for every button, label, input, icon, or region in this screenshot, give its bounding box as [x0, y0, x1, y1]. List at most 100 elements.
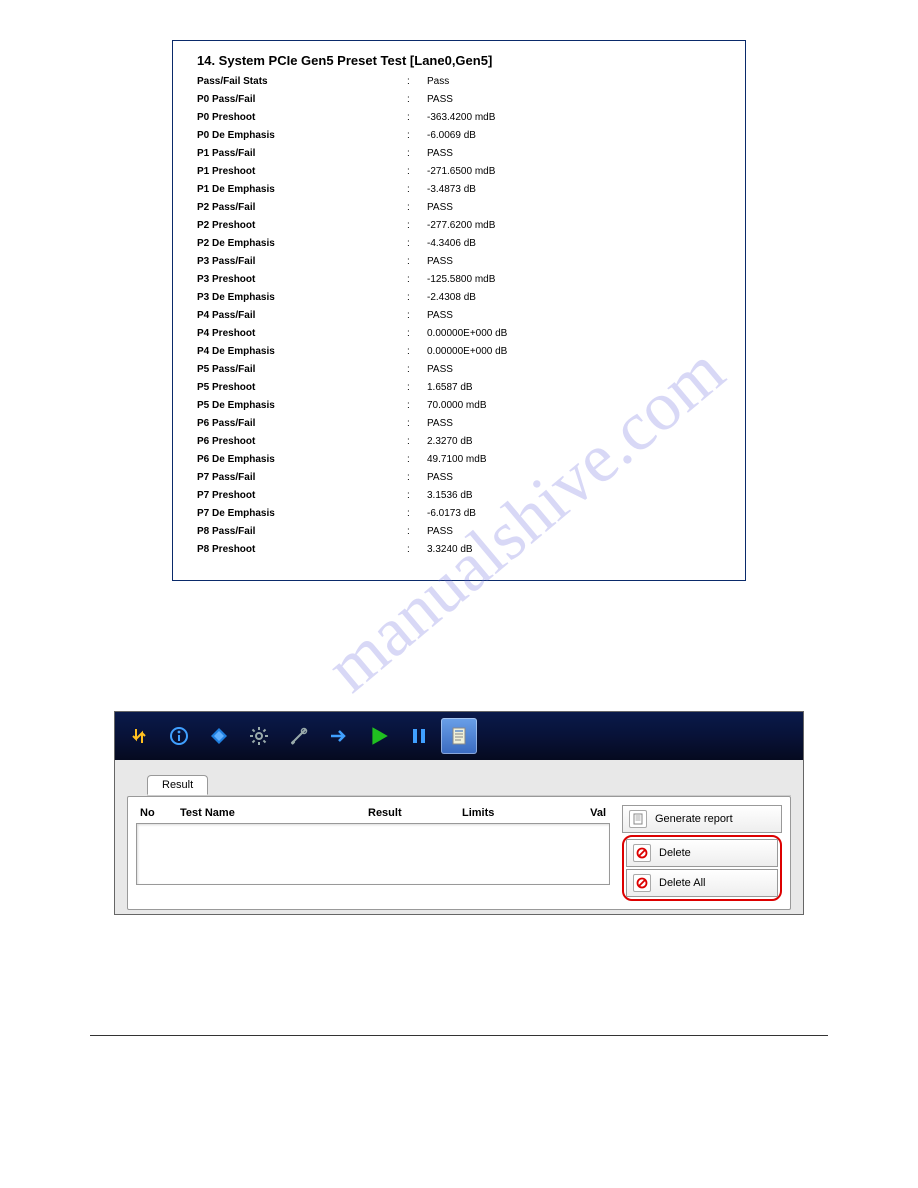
report-row: P7 De Emphasis:-6.0173 dB: [197, 508, 721, 519]
document-icon[interactable]: [441, 718, 477, 754]
report-row: P3 De Emphasis:-2.4308 dB: [197, 292, 721, 303]
tab-result[interactable]: Result: [147, 775, 208, 795]
report-row: P5 Pass/Fail:PASS: [197, 364, 721, 375]
report-row-value: -6.0173 dB: [427, 508, 721, 519]
report-title: 14. System PCIe Gen5 Preset Test [Lane0,…: [197, 53, 721, 68]
report-row-value: 0.00000E+000 dB: [427, 346, 721, 357]
report-row-label: P4 Pass/Fail: [197, 310, 407, 321]
report-row-label: P8 Pass/Fail: [197, 526, 407, 537]
delete-button[interactable]: Delete: [626, 839, 778, 867]
report-row-colon: :: [407, 256, 427, 267]
report-row-label: P2 Pass/Fail: [197, 202, 407, 213]
report-row: P7 Pass/Fail:PASS: [197, 472, 721, 483]
report-row-value: Pass: [427, 76, 721, 87]
report-row-value: -363.4200 mdB: [427, 112, 721, 123]
report-row-colon: :: [407, 310, 427, 321]
report-row-label: P8 Preshoot: [197, 544, 407, 555]
report-row-label: P3 De Emphasis: [197, 292, 407, 303]
report-row-colon: :: [407, 508, 427, 519]
app-window: Result No Test Name Result Limits Val: [114, 711, 804, 915]
report-row-value: PASS: [427, 256, 721, 267]
result-list[interactable]: [136, 823, 610, 885]
result-table: No Test Name Result Limits Val: [136, 805, 610, 901]
report-row-colon: :: [407, 238, 427, 249]
report-panel: 14. System PCIe Gen5 Preset Test [Lane0,…: [172, 40, 746, 581]
delete-all-button[interactable]: Delete All: [626, 869, 778, 897]
report-row-colon: :: [407, 454, 427, 465]
report-row-colon: :: [407, 274, 427, 285]
report-row-colon: :: [407, 490, 427, 501]
report-row: P6 De Emphasis:49.7100 mdB: [197, 454, 721, 465]
report-row: P0 Pass/Fail:PASS: [197, 94, 721, 105]
pause-icon[interactable]: [401, 718, 437, 754]
report-row-label: P0 De Emphasis: [197, 130, 407, 141]
report-row-value: 0.00000E+000 dB: [427, 328, 721, 339]
report-row-colon: :: [407, 382, 427, 393]
delete-group-highlight: Delete Delete All: [622, 835, 782, 901]
forbid-icon: [633, 844, 651, 862]
info-icon[interactable]: [161, 718, 197, 754]
report-row-value: -2.4308 dB: [427, 292, 721, 303]
report-row: P4 De Emphasis:0.00000E+000 dB: [197, 346, 721, 357]
gear-icon[interactable]: [241, 718, 277, 754]
col-header-result: Result: [368, 807, 462, 819]
report-row-colon: :: [407, 526, 427, 537]
report-row-colon: :: [407, 148, 427, 159]
report-row-value: -6.0069 dB: [427, 130, 721, 141]
updown-arrow-icon[interactable]: [121, 718, 157, 754]
col-header-testname: Test Name: [180, 807, 368, 819]
report-row-colon: :: [407, 418, 427, 429]
report-row-label: P3 Pass/Fail: [197, 256, 407, 267]
report-row-colon: :: [407, 202, 427, 213]
report-row-value: -125.5800 mdB: [427, 274, 721, 285]
report-row-value: PASS: [427, 418, 721, 429]
report-row: P0 Preshoot:-363.4200 mdB: [197, 112, 721, 123]
play-icon[interactable]: [361, 718, 397, 754]
report-row-value: 49.7100 mdB: [427, 454, 721, 465]
generate-report-label: Generate report: [655, 813, 733, 825]
delete-label: Delete: [659, 847, 691, 859]
report-row: P3 Pass/Fail:PASS: [197, 256, 721, 267]
report-row-colon: :: [407, 130, 427, 141]
report-row-label: P6 De Emphasis: [197, 454, 407, 465]
report-row: P0 De Emphasis:-6.0069 dB: [197, 130, 721, 141]
action-panel: Generate report Delete: [622, 805, 782, 901]
delete-all-label: Delete All: [659, 877, 705, 889]
report-row-value: 70.0000 mdB: [427, 400, 721, 411]
generate-report-button[interactable]: Generate report: [622, 805, 782, 833]
report-row-label: P5 Pass/Fail: [197, 364, 407, 375]
report-row-value: 3.3240 dB: [427, 544, 721, 555]
report-row-value: -3.4873 dB: [427, 184, 721, 195]
report-row-label: P3 Preshoot: [197, 274, 407, 285]
report-row-colon: :: [407, 472, 427, 483]
report-row-colon: :: [407, 94, 427, 105]
report-row-label: P4 De Emphasis: [197, 346, 407, 357]
report-row-value: 2.3270 dB: [427, 436, 721, 447]
diamond-icon[interactable]: [201, 718, 237, 754]
report-row-value: -277.6200 mdB: [427, 220, 721, 231]
report-row-colon: :: [407, 220, 427, 231]
report-row-label: P1 De Emphasis: [197, 184, 407, 195]
toolbar: [115, 712, 803, 760]
report-row-colon: :: [407, 184, 427, 195]
tools-icon[interactable]: [281, 718, 317, 754]
report-row-colon: :: [407, 346, 427, 357]
arrow-right-icon[interactable]: [321, 718, 357, 754]
report-row: P2 De Emphasis:-4.3406 dB: [197, 238, 721, 249]
report-row-label: P2 De Emphasis: [197, 238, 407, 249]
col-header-val: Val: [556, 807, 606, 819]
report-row-value: 3.1536 dB: [427, 490, 721, 501]
report-row-label: P5 Preshoot: [197, 382, 407, 393]
report-row-value: PASS: [427, 148, 721, 159]
report-row-value: PASS: [427, 526, 721, 537]
report-row-value: -4.3406 dB: [427, 238, 721, 249]
report-row-value: PASS: [427, 472, 721, 483]
report-row-colon: :: [407, 436, 427, 447]
report-row-label: P2 Preshoot: [197, 220, 407, 231]
col-header-limits: Limits: [462, 807, 556, 819]
report-row: P5 Preshoot:1.6587 dB: [197, 382, 721, 393]
report-row-label: P5 De Emphasis: [197, 400, 407, 411]
report-page-icon: [629, 810, 647, 828]
report-row-label: Pass/Fail Stats: [197, 76, 407, 87]
report-row-label: P0 Preshoot: [197, 112, 407, 123]
